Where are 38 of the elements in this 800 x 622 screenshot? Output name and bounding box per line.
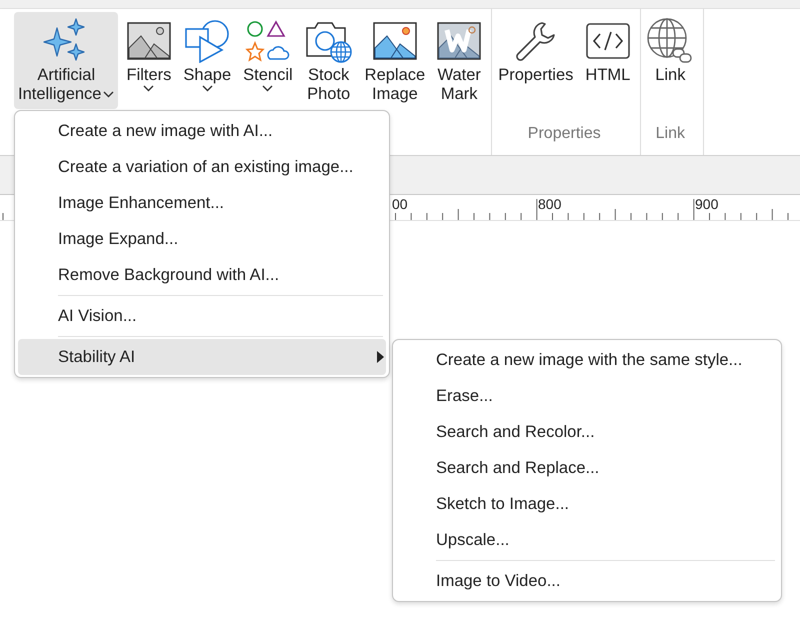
menu-item[interactable]: Remove Background with AI... [18,257,386,293]
ruler-label: 800 [538,196,562,212]
landscape-image-icon [372,22,417,60]
ribbon-button[interactable]: Properties [494,12,578,109]
ruler-label: 900 [695,196,718,212]
menu-item[interactable]: AI Vision... [18,298,386,334]
menu-item[interactable]: Search and Recolor... [396,414,778,450]
menu-item[interactable]: Create a new image with AI... [18,113,386,149]
picture-icon [126,22,171,60]
menu-item[interactable]: Image Expand... [18,221,386,257]
menu-item[interactable]: Search and Replace... [396,450,778,486]
menu-item[interactable]: Create a variation of an existing image... [18,149,386,185]
menu-item[interactable]: Create a new image with the same style... [396,342,778,378]
stencil-shapes-icon [244,19,291,63]
wrench-icon [514,19,558,63]
code-icon [586,23,630,59]
ribbon-button[interactable]: Artificial Intelligence [14,12,118,109]
ribbon-button[interactable]: HTML [581,12,634,109]
ribbon-button[interactable]: Stencil [239,12,297,109]
globe-link-icon [647,18,694,64]
ribbon-button[interactable]: Water Mark [433,12,486,109]
menu-item[interactable]: Erase... [396,378,778,414]
watermark-image-icon [437,22,482,60]
menu-item[interactable]: Stability AI [18,339,386,375]
group-label: Properties [528,125,601,142]
menu-item[interactable]: Image Enhancement... [18,185,386,221]
submenu-arrow-icon [377,351,384,363]
ribbon-button[interactable]: Replace Image [360,12,430,109]
shapes-icon [184,19,230,63]
menu-item[interactable]: Upscale... [396,522,778,558]
ribbon-button[interactable]: Shape [179,12,236,109]
ribbon-button[interactable]: Link [643,12,698,109]
menu-item[interactable]: Image to Video... [396,563,778,599]
ruler-label: 00 [392,196,408,212]
ribbon-button[interactable]: Stock Photo [300,12,357,109]
ribbon-button[interactable]: Filters [122,12,176,109]
menu-item[interactable]: Sketch to Image... [396,486,778,522]
group-label: Link [656,125,685,142]
